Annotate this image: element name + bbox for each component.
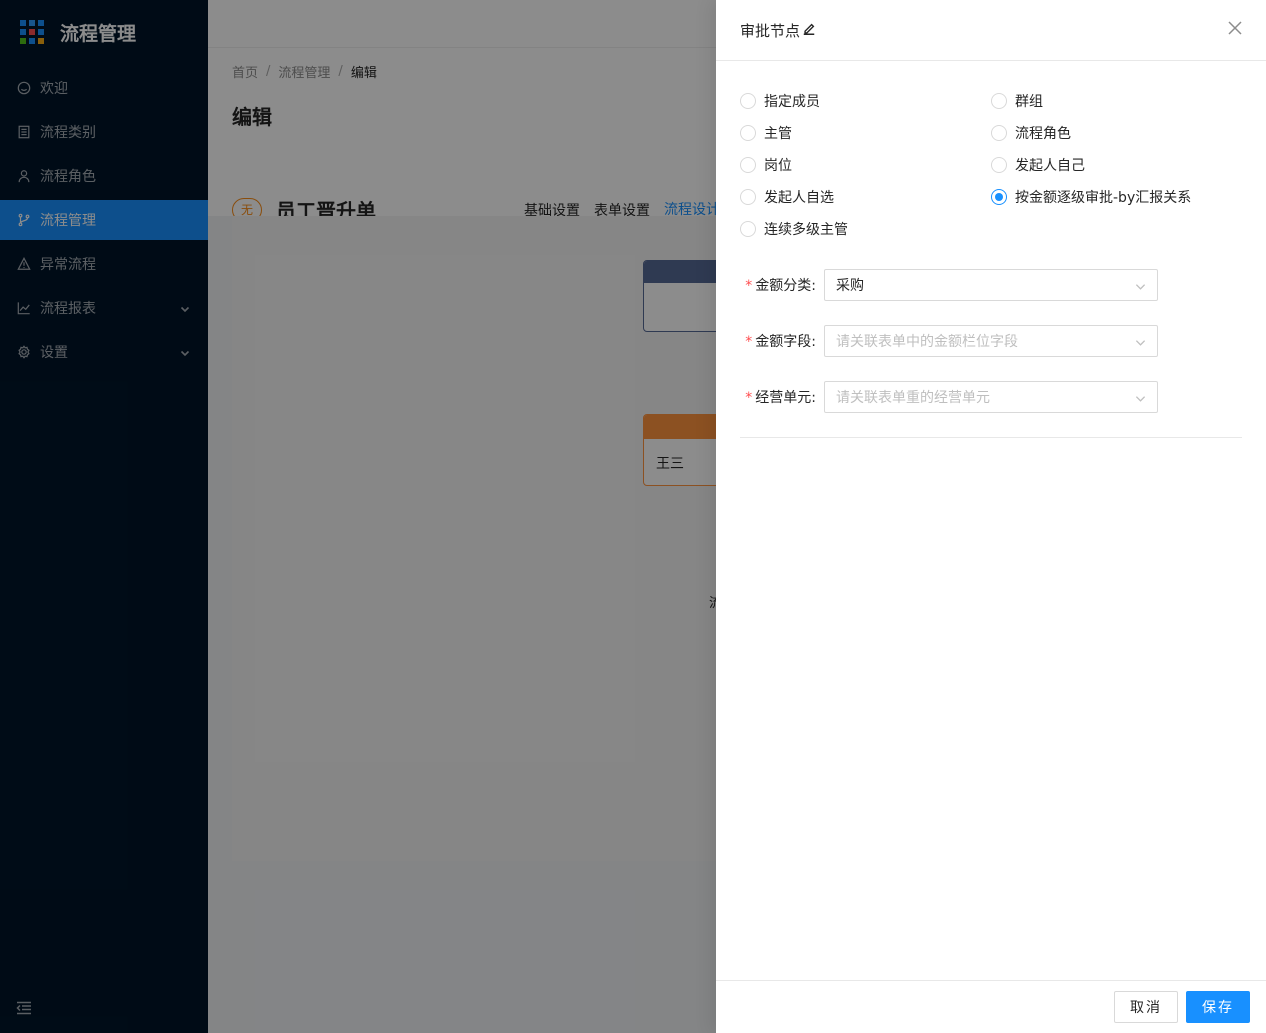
form-label-text: 金额分类: <box>755 278 816 294</box>
approver-type-radio-group: 指定成员 群组 主管 流程角色 岗位 发起人自己 发起人自选 按金额逐级审批-b… <box>740 85 1242 245</box>
drawer-footer: 取消 保存 <box>716 980 1266 1033</box>
radio-circle <box>740 125 756 141</box>
radio-label: 指定成员 <box>764 94 820 110</box>
required-mark: * <box>745 390 753 406</box>
form-label: * 金额分类: <box>740 275 824 295</box>
radio-label: 群组 <box>1015 94 1043 110</box>
radio-label: 发起人自己 <box>1015 158 1085 174</box>
radio-label: 流程角色 <box>1015 126 1071 142</box>
drawer-header: 审批节点 <box>716 0 1266 61</box>
business-unit-select[interactable]: 请关联表单重的经营单元 <box>824 381 1158 413</box>
radio-circle <box>991 189 1007 205</box>
form-label: * 经营单元: <box>740 387 824 407</box>
radio-label: 主管 <box>764 126 792 142</box>
radio-label: 岗位 <box>764 158 792 174</box>
chevron-down-icon <box>1135 280 1147 292</box>
radio-supervisor[interactable]: 主管 <box>740 117 991 149</box>
close-icon[interactable] <box>1228 21 1244 37</box>
radio-process-role[interactable]: 流程角色 <box>991 117 1242 149</box>
radio-label: 发起人自选 <box>764 190 834 206</box>
amount-field-select[interactable]: 请关联表单中的金额栏位字段 <box>824 325 1158 357</box>
form-item-business-unit: * 经营单元: 请关联表单重的经营单元 <box>740 381 1242 413</box>
radio-circle <box>991 125 1007 141</box>
radio-initiator-self[interactable]: 发起人自己 <box>991 149 1242 181</box>
radio-circle <box>991 157 1007 173</box>
radio-position[interactable]: 岗位 <box>740 149 991 181</box>
select-placeholder: 请关联表单中的金额栏位字段 <box>836 334 1018 350</box>
form-label: * 金额字段: <box>740 331 824 351</box>
chevron-down-icon <box>1135 392 1147 404</box>
divider <box>740 437 1242 438</box>
approval-node-drawer: 审批节点 指定成员 群组 主管 流程角色 岗位 发起人自己 发起人自选 按金额逐… <box>716 0 1266 1033</box>
cancel-button[interactable]: 取消 <box>1114 991 1178 1023</box>
select-placeholder: 请关联表单重的经营单元 <box>836 390 990 406</box>
radio-circle <box>740 221 756 237</box>
drawer-form: * 金额分类: 采购 * 金额字段: 请关联表单中的金额栏位字段 * 经营单元: 请关… <box>740 269 1242 413</box>
radio-amount-escalation[interactable]: 按金额逐级审批-by汇报关系 <box>991 181 1242 213</box>
required-mark: * <box>745 278 753 294</box>
drawer-title: 审批节点 <box>740 21 801 40</box>
radio-circle <box>740 189 756 205</box>
chevron-down-icon <box>1135 336 1147 348</box>
required-mark: * <box>745 334 753 350</box>
radio-label: 按金额逐级审批-by汇报关系 <box>1015 190 1192 206</box>
form-label-text: 经营单元: <box>755 390 816 406</box>
radio-label: 连续多级主管 <box>764 222 848 238</box>
save-button[interactable]: 保存 <box>1186 991 1250 1023</box>
amount-category-select[interactable]: 采购 <box>824 269 1158 301</box>
form-item-amount-category: * 金额分类: 采购 <box>740 269 1242 301</box>
radio-group[interactable]: 群组 <box>991 85 1242 117</box>
radio-initiator-select[interactable]: 发起人自选 <box>740 181 991 213</box>
form-item-amount-field: * 金额字段: 请关联表单中的金额栏位字段 <box>740 325 1242 357</box>
drawer-body: 指定成员 群组 主管 流程角色 岗位 发起人自己 发起人自选 按金额逐级审批-b… <box>716 61 1266 438</box>
radio-circle <box>740 157 756 173</box>
radio-circle <box>740 93 756 109</box>
radio-specified-member[interactable]: 指定成员 <box>740 85 991 117</box>
radio-circle <box>991 93 1007 109</box>
edit-icon[interactable] <box>802 22 818 38</box>
select-value: 采购 <box>836 278 864 294</box>
form-label-text: 金额字段: <box>755 334 816 350</box>
radio-multi-level-supervisor[interactable]: 连续多级主管 <box>740 213 991 245</box>
